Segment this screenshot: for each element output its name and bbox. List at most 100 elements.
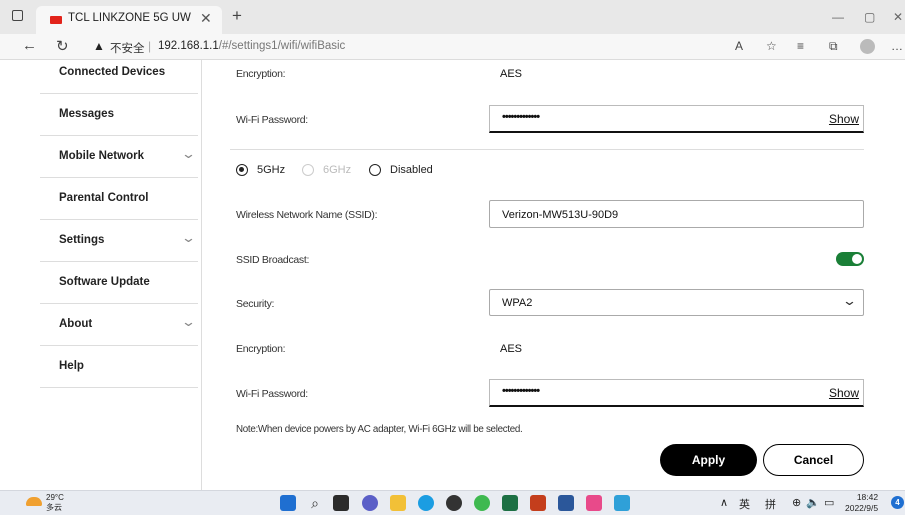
file-explorer-icon[interactable] — [390, 495, 406, 511]
apply-button[interactable]: Apply — [660, 444, 757, 476]
refresh-icon[interactable]: ↻ — [56, 37, 69, 55]
tray-overflow-icon[interactable]: ∧ — [720, 496, 728, 509]
start-icon[interactable] — [280, 495, 296, 511]
chevron-down-icon: ⌄ — [180, 230, 197, 245]
battery-icon[interactable]: ▭ — [824, 496, 834, 509]
collections-icon[interactable]: ⧉ — [829, 39, 838, 54]
chevron-down-icon: ⌄ — [180, 146, 197, 161]
band-radio-5ghz[interactable] — [236, 164, 248, 176]
ime-mode[interactable]: 拼 — [765, 496, 776, 512]
url-field[interactable]: 192.168.1.1/#/settings1/wifi/wifiBasic — [158, 40, 345, 52]
tab-actions-icon[interactable] — [12, 10, 23, 21]
browser-tab[interactable]: TCL LINKZONE 5G UW ✕ — [36, 6, 222, 34]
clock[interactable]: 18:42 2022/9/5 — [845, 492, 878, 514]
password-field[interactable]: ••••••••••••• Show — [489, 379, 864, 407]
security-value: WPA2 — [502, 297, 533, 309]
browser-tab-bar: TCL LINKZONE 5G UW ✕ + — ▢ ✕ — [0, 0, 905, 34]
volume-icon[interactable]: 🔈 — [806, 496, 820, 509]
security-label: Security: — [236, 298, 275, 310]
band-label-disabled[interactable]: Disabled — [390, 164, 433, 176]
sidebar-item-parental-control[interactable]: Parental Control — [40, 178, 198, 220]
taskbar: 29°C 多云 ⌕ ∧ 英 拼 ⊕ 🔈 ▭ 18:42 2022/9/5 4 — [0, 490, 905, 515]
encryption-label: Encryption: — [236, 343, 286, 355]
temperature: 29°C — [46, 493, 64, 502]
sidebar-item-label: Parental Control — [59, 192, 149, 204]
sidebar-item-about[interactable]: About ⌄ — [40, 304, 198, 346]
password-field-24[interactable]: ••••••••••••• Show — [489, 105, 864, 133]
weather-widget[interactable]: 29°C 多云 — [46, 493, 64, 513]
sidebar-item-label: Connected Devices — [59, 66, 166, 78]
band-radio-6ghz — [302, 164, 314, 176]
url-host: 192.168.1.1 — [158, 40, 219, 52]
note-text: Note:When device powers by AC adapter, W… — [236, 424, 523, 435]
encryption-value-24: AES — [500, 68, 523, 80]
search-icon[interactable]: ⌕ — [307, 495, 323, 511]
sidebar-item-label: About — [59, 318, 93, 330]
profile-avatar[interactable] — [860, 39, 875, 54]
tcl-favicon-icon — [50, 16, 62, 24]
task-view-icon[interactable] — [333, 495, 349, 511]
weather-condition: 多云 — [46, 503, 62, 512]
back-icon[interactable]: ← — [22, 37, 37, 54]
network-icon[interactable]: ⊕ — [792, 496, 801, 509]
ssid-label: Wireless Network Name (SSID): — [236, 209, 378, 221]
password-value: ••••••••••••• — [502, 385, 540, 397]
warning-icon[interactable]: ▲ — [93, 39, 105, 53]
wechat-icon[interactable] — [474, 495, 490, 511]
password-label: Wi-Fi Password: — [236, 388, 308, 400]
toggle-knob — [852, 254, 862, 264]
wifi-settings-panel: Encryption: AES Wi-Fi Password: ••••••••… — [202, 60, 905, 490]
encryption-value: AES — [500, 343, 523, 355]
excel-icon[interactable] — [502, 495, 518, 511]
ssid-broadcast-toggle[interactable] — [836, 252, 864, 266]
band-label-5ghz[interactable]: 5GHz — [257, 164, 285, 176]
new-tab-icon[interactable]: + — [232, 6, 242, 26]
sidebar-item-label: Help — [59, 360, 84, 372]
tab-title: TCL LINKZONE 5G UW — [68, 12, 191, 24]
url-path: /#/settings1/wifi/wifiBasic — [218, 40, 346, 52]
insecure-label[interactable]: 不安全 — [110, 40, 145, 56]
word-icon[interactable] — [558, 495, 574, 511]
clock-date: 2022/9/5 — [845, 503, 879, 513]
remote-desktop-icon[interactable] — [614, 495, 630, 511]
sidebar-item-messages[interactable]: Messages — [40, 94, 198, 136]
sidebar-item-connected-devices[interactable]: Connected Devices — [40, 60, 198, 94]
url-separator: | — [148, 39, 152, 53]
restore-icon[interactable]: ▢ — [864, 10, 875, 24]
notification-badge[interactable]: 4 — [891, 496, 904, 509]
weather-icon[interactable] — [26, 497, 42, 506]
cancel-button[interactable]: Cancel — [763, 444, 864, 476]
chevron-down-icon: ⌄ — [180, 314, 197, 329]
password-value: ••••••••••••• — [502, 111, 540, 123]
security-select[interactable]: WPA2 ⌄ — [489, 289, 864, 316]
sidebar-item-settings[interactable]: Settings ⌄ — [40, 220, 198, 262]
sidebar-item-mobile-network[interactable]: Mobile Network ⌄ — [40, 136, 198, 178]
more-menu-icon[interactable]: … — [891, 39, 903, 53]
minimize-icon[interactable]: — — [832, 10, 844, 24]
ssid-input[interactable]: Verizon-MW513U-90D9 — [489, 200, 864, 228]
chat-icon[interactable] — [362, 495, 378, 511]
band-radio-disabled[interactable] — [369, 164, 381, 176]
sidebar-item-label: Messages — [59, 108, 114, 120]
favorite-icon[interactable]: ☆ — [766, 39, 777, 53]
password-label-24: Wi-Fi Password: — [236, 114, 308, 126]
address-bar: ← ↻ ▲ 不安全 | 192.168.1.1/#/settings1/wifi… — [0, 34, 905, 60]
favorites-list-icon[interactable]: ≡ — [797, 39, 804, 53]
powerpoint-icon[interactable] — [530, 495, 546, 511]
read-aloud-icon[interactable]: A — [735, 39, 743, 53]
sidebar-item-help[interactable]: Help — [40, 346, 198, 388]
sidebar-item-software-update[interactable]: Software Update — [40, 262, 198, 304]
edge-icon[interactable] — [418, 495, 434, 511]
close-window-icon[interactable]: ✕ — [893, 10, 903, 24]
sidebar-item-label: Settings — [59, 234, 105, 246]
show-password-button[interactable]: Show — [829, 386, 859, 400]
ssid-broadcast-label: SSID Broadcast: — [236, 254, 310, 266]
snipping-tool-icon[interactable] — [586, 495, 602, 511]
section-divider — [230, 149, 864, 150]
close-tab-icon[interactable]: ✕ — [200, 10, 212, 27]
ime-language[interactable]: 英 — [739, 496, 750, 512]
sidebar-item-label: Mobile Network — [59, 150, 144, 162]
sidebar-item-label: Software Update — [59, 276, 150, 288]
show-password-button[interactable]: Show — [829, 112, 859, 126]
app-icon[interactable] — [446, 495, 462, 511]
